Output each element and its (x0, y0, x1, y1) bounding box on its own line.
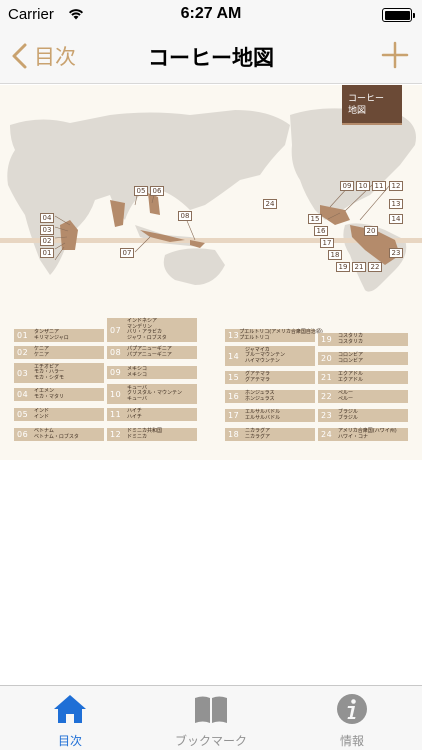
map-tag-21: 21 (352, 262, 366, 272)
map-tag-22: 22 (368, 262, 382, 272)
tab-bar: 目次 ブックマーク 情報 (0, 685, 422, 750)
coffee-map-image: コーヒー 地図 01 02 03 04 05 06 07 08 09 10 11… (0, 85, 422, 460)
legend-item-19: 19 コスタリカ コスタリカ (318, 333, 408, 346)
map-tag-18: 18 (328, 250, 342, 260)
legend-item-13: 13 プエルトリコ(アメリカ合衆国自治領) プエルトリコ (225, 329, 323, 342)
legend-item-20: 20 コロンビア コロンビア (318, 352, 408, 365)
map-tag-10: 10 (356, 181, 370, 191)
legend-item-15: 15 グアテマラ グアテマラ (225, 371, 315, 384)
home-icon (54, 695, 86, 723)
map-tag-23: 23 (389, 248, 403, 258)
map-tag-08: 08 (178, 211, 192, 221)
legend-item-10: 10 キューバ クリスタル・マウンテン キューバ (107, 384, 197, 404)
map-tag-14: 14 (389, 214, 403, 224)
battery-icon (382, 8, 415, 22)
badge-line-1: コーヒー (348, 94, 385, 104)
tab-bookmarks-label: ブックマーク (174, 734, 247, 748)
legend-item-09: 09 メキシコ メキシコ (107, 366, 197, 379)
map-tag-07: 07 (120, 248, 134, 258)
legend-item-18: 18 ニカラグア ニカラグア (225, 428, 315, 441)
map-tag-11: 11 (372, 181, 386, 191)
map-tag-06: 06 (150, 186, 164, 196)
map-tag-24: 24 (263, 199, 277, 209)
status-bar: Carrier 6:27 AM (0, 0, 422, 30)
legend-item-11: 11 ハイチ ハイチ (107, 408, 197, 421)
legend-item-03: 03 エチオピア モカ・ハラー モカ・シダモ (14, 363, 104, 383)
legend-item-23: 23 ブラジル ブラジル (318, 409, 408, 422)
content-area: コーヒー 地図 01 02 03 04 05 06 07 08 09 10 11… (0, 85, 422, 685)
map-tag-09: 09 (340, 181, 354, 191)
map-tag-17: 17 (320, 238, 334, 248)
legend-item-07: 07 インドネシア マンデリン バリ・アラビカ ジャワ・ロブスタ (107, 318, 197, 342)
map-tag-12: 12 (389, 181, 403, 191)
legend-item-01: 01 タンザニア キリマンジャロ (14, 329, 104, 342)
tab-info-label: 情報 (339, 734, 364, 748)
legend-item-16: 16 ホンジュラス ホンジュラス (225, 390, 315, 403)
map-tag-05: 05 (134, 186, 148, 196)
legend-item-06: 06 ベトナム ベトナム・ロブスタ (14, 428, 104, 441)
clock: 6:27 AM (180, 5, 242, 22)
legend-item-08: 08 パプアニューギニア パプアニューギニア (107, 346, 197, 359)
info-icon (337, 694, 367, 724)
map-tag-13: 13 (389, 199, 403, 209)
legend-item-14: 14 ジャマイカ ブルーマウンテン ハイマウンテン (225, 346, 315, 366)
tab-info[interactable]: 情報 (282, 692, 422, 748)
legend-item-12: 12 ドミニカ共和国 ドミニカ (107, 428, 197, 441)
legend-item-21: 21 エクアドル エクアドル (318, 371, 408, 384)
legend-item-17: 17 エルサルバドル エルサルバドル (225, 409, 315, 422)
map-tag-03: 03 (40, 225, 54, 235)
legend-item-04: 04 イエメン モカ・マタリ (14, 388, 104, 401)
page-title: コーヒー地図 (148, 46, 274, 70)
badge-line-2: 地図 (348, 106, 367, 116)
book-icon (195, 696, 227, 723)
navigation-bar: 目次 コーヒー地図 (0, 30, 422, 84)
map-tag-20: 20 (364, 226, 378, 236)
add-icon[interactable] (380, 40, 410, 70)
map-tag-16: 16 (314, 226, 328, 236)
legend-item-24: 24 アメリカ合衆国(ハワイ州) ハワイ・コナ (318, 428, 408, 441)
map-tag-19: 19 (336, 262, 350, 272)
map-tag-15: 15 (308, 214, 322, 224)
legend-item-05: 05 インド インド (14, 408, 104, 421)
legend-item-22: 22 ペルー ペルー (318, 390, 408, 403)
tab-contents[interactable]: 目次 (0, 692, 140, 748)
tab-bookmarks[interactable]: ブックマーク (141, 692, 281, 748)
legend-item-02: 02 ケニア ケニア (14, 346, 104, 359)
map-tag-02: 02 (40, 236, 54, 246)
coffee-map-badge: コーヒー 地図 (342, 85, 402, 125)
tab-contents-label: 目次 (57, 734, 82, 748)
map-tag-01: 01 (40, 248, 54, 258)
map-tag-04: 04 (40, 213, 54, 223)
